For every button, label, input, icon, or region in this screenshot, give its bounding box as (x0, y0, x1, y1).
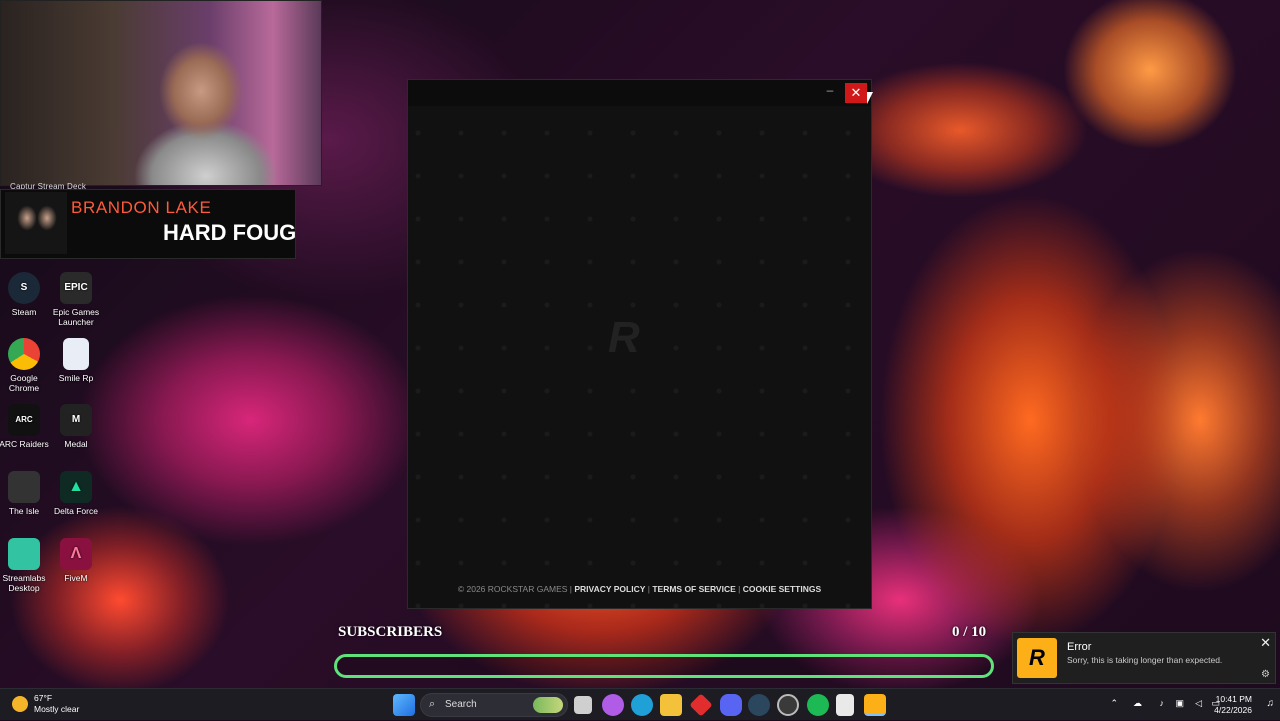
desktop-icon-label: Steam (11, 307, 37, 317)
windows-start-icon[interactable] (393, 694, 415, 716)
desktop-icon-label: Streamlabs Desktop (2, 573, 46, 593)
subscriber-goal-count: 0 / 10 (952, 624, 987, 640)
album-art (5, 192, 67, 254)
desktop-icon-label: Smile Rp (58, 373, 94, 383)
taskbar-search[interactable]: ⌕ Search (420, 693, 568, 717)
document-icon (63, 338, 89, 370)
steam-icon: S (8, 272, 40, 304)
taskbar: 67°F Mostly clear ⌕ Search ⌃ ☁ ♪ ▣ ◁ ▭ 1… (0, 688, 1280, 720)
edge-icon[interactable] (631, 694, 653, 716)
subscriber-goal-label: SUBSCRIBERS (338, 624, 443, 640)
notification-close-button[interactable]: ✕ (1260, 635, 1271, 651)
clock-date: 4/22/2026 (1214, 705, 1252, 715)
weather-icon (12, 696, 28, 712)
error-notification[interactable]: R Error Sorry, this is taking longer tha… (1012, 632, 1276, 684)
desktop-icon-label: The Isle (8, 506, 40, 516)
weather-condition: Mostly clear (34, 704, 80, 714)
desktop-icon-the-isle[interactable]: The Isle (0, 471, 52, 516)
task-view-icon[interactable] (574, 696, 592, 714)
copilot-icon[interactable] (602, 694, 624, 716)
search-icon: ⌕ (429, 698, 436, 710)
close-button[interactable]: ✕ (845, 83, 867, 103)
rockstar-icon: R (1017, 638, 1057, 678)
volume-icon[interactable]: ◁ (1195, 698, 1202, 709)
file-explorer-icon[interactable] (660, 694, 682, 716)
notifications-bell-icon[interactable]: ♫ (1267, 698, 1275, 709)
medal-icon: M (60, 404, 92, 436)
cookie-settings-link[interactable]: COOKIE SETTINGS (743, 584, 821, 594)
desktop-background: Captur Stream Deck BRANDON LAKE HARD FOU… (0, 0, 1280, 688)
desktop-icon-label: Google Chrome (8, 373, 40, 393)
subscriber-goal-bar (334, 654, 994, 678)
desktop-icon-steam[interactable]: S Steam (0, 272, 52, 317)
rockstar-launcher-window: – ✕ R © 2026 ROCKSTAR GAMES | PRIVACY PO… (407, 79, 873, 609)
network-icon[interactable]: ▣ (1175, 698, 1184, 709)
desktop-icon-label: Epic Games Launcher (52, 307, 100, 327)
app-red-icon[interactable] (689, 693, 713, 717)
notification-settings-icon[interactable]: ⚙ (1261, 669, 1270, 680)
desktop-icon-label: FiveM (64, 573, 88, 583)
mouse-cursor-icon (867, 92, 873, 104)
obs-icon[interactable] (777, 694, 799, 716)
desktop-icon-label: Medal (64, 439, 88, 449)
desktop-icon-epic-games[interactable]: EPIC Epic Games Launcher (48, 272, 104, 327)
discord-icon[interactable] (720, 694, 742, 716)
privacy-policy-link[interactable]: PRIVACY POLICY (574, 584, 645, 594)
webcam-overlay (0, 0, 322, 186)
desktop-icon-smile-rp[interactable]: Smile Rp (48, 338, 104, 383)
desktop-icon-label: Delta Force (54, 506, 98, 516)
streamlabs-icon (8, 538, 40, 570)
desktop-icon-medal[interactable]: M Medal (48, 404, 104, 449)
terms-of-service-link[interactable]: TERMS OF SERVICE (652, 584, 735, 594)
delta-force-icon: ▲ (60, 471, 92, 503)
now-playing-widget: BRANDON LAKE HARD FOUGHT (0, 189, 297, 259)
notification-title: Error (1067, 641, 1092, 653)
rockstar-logo-icon: R (608, 313, 640, 362)
launcher-title-bar[interactable]: – ✕ (408, 80, 873, 106)
copyright-text: © 2026 ROCKSTAR GAMES (457, 584, 568, 594)
notification-message: Sorry, this is taking longer than expect… (1067, 655, 1223, 665)
cloud-icon[interactable]: ☁ (1133, 698, 1142, 709)
steam-taskbar-icon[interactable] (748, 694, 770, 716)
now-playing-song: HARD FOUGHT (163, 220, 297, 245)
fivem-icon: Λ (60, 538, 92, 570)
minimize-button[interactable]: – (823, 84, 837, 98)
search-label: Search (445, 699, 477, 710)
desktop-icon-chrome[interactable]: Google Chrome (0, 338, 52, 393)
taskbar-clock[interactable]: 10:41 PM 4/22/2026 (1214, 694, 1252, 716)
desktop-icon-fivem[interactable]: Λ FiveM (48, 538, 104, 583)
clock-time: 10:41 PM (1215, 694, 1252, 704)
search-highlight-image (533, 697, 563, 713)
the-isle-icon (8, 471, 40, 503)
notepad-icon[interactable] (836, 694, 854, 716)
spotify-icon[interactable] (807, 694, 829, 716)
weather-temp: 67°F (34, 693, 53, 703)
desktop-icon-delta-force[interactable]: ▲ Delta Force (48, 471, 104, 516)
rockstar-taskbar-icon[interactable] (864, 694, 886, 716)
desktop-icon-streamlabs[interactable]: Streamlabs Desktop (0, 538, 52, 593)
microphone-icon[interactable]: ♪ (1160, 698, 1165, 708)
launcher-footer: © 2026 ROCKSTAR GAMES | PRIVACY POLICY |… (457, 584, 822, 594)
epic-games-icon: EPIC (60, 272, 92, 304)
chevron-up-icon[interactable]: ⌃ (1110, 698, 1118, 709)
arc-raiders-icon: ARC (8, 404, 40, 436)
desktop-icon-label: ARC Raiders (0, 439, 49, 449)
chrome-icon (8, 338, 40, 370)
desktop-icon-arc-raiders[interactable]: ARC ARC Raiders (0, 404, 52, 449)
now-playing-artist: BRANDON LAKE (71, 198, 212, 217)
